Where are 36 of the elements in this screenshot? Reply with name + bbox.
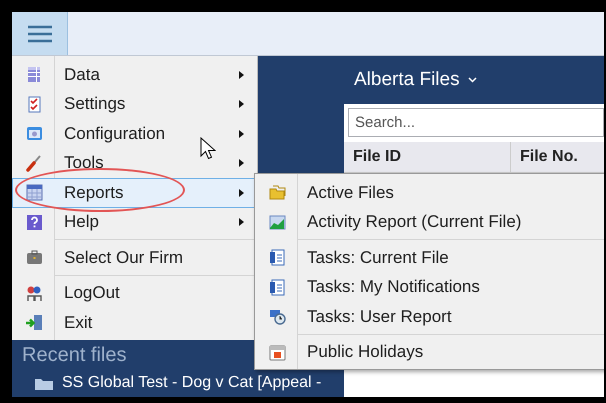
menu-item[interactable]: Select Our Firm: [12, 243, 257, 272]
recent-file-item[interactable]: SS Global Test - Dog v Cat [Appeal -: [12, 368, 344, 392]
menu-item[interactable]: Activity Report (Current File): [255, 208, 604, 237]
clock-icon: [268, 307, 287, 326]
people-icon: [25, 284, 44, 303]
chart-icon: [268, 212, 287, 232]
menu-item[interactable]: Settings: [12, 90, 257, 119]
menu-item[interactable]: Data: [12, 60, 257, 90]
report-grid-icon: [25, 183, 44, 202]
search-field[interactable]: Search...: [348, 108, 604, 137]
recent-files-heading: Recent files: [22, 343, 126, 368]
menu-icon: [26, 24, 52, 42]
folders-icon: [268, 183, 287, 202]
mouse-cursor-icon: [200, 137, 216, 161]
recent-file-name: SS Global Test - Dog v Cat [Appeal -: [62, 374, 322, 392]
menu-item[interactable]: Tasks: Current File: [255, 243, 604, 272]
menu-item[interactable]: LogOut: [12, 278, 257, 308]
menu-button[interactable]: [12, 12, 68, 55]
column-header[interactable]: File ID: [344, 142, 511, 172]
menu-item[interactable]: Configuration: [12, 119, 257, 148]
chevron-down-icon[interactable]: [468, 77, 477, 83]
exit-door-icon: [25, 313, 44, 332]
document-icon: [268, 278, 287, 297]
help-icon: [25, 212, 44, 232]
menu-item[interactable]: Active Files: [255, 178, 604, 208]
calendar-icon: [268, 342, 287, 362]
column-header[interactable]: File No.: [511, 142, 604, 172]
menu-item[interactable]: Help: [12, 208, 257, 237]
files-title[interactable]: Alberta Files: [354, 69, 460, 91]
menu-item[interactable]: Public Holidays: [255, 338, 604, 367]
menu-item[interactable]: Reports: [12, 178, 257, 208]
menu-item[interactable]: Exit: [12, 308, 257, 338]
menu-item[interactable]: Tasks: User Report: [255, 302, 604, 332]
menu-item[interactable]: Tasks: My Notifications: [255, 272, 604, 302]
folder-icon: [34, 376, 54, 390]
document-icon: [268, 248, 287, 268]
